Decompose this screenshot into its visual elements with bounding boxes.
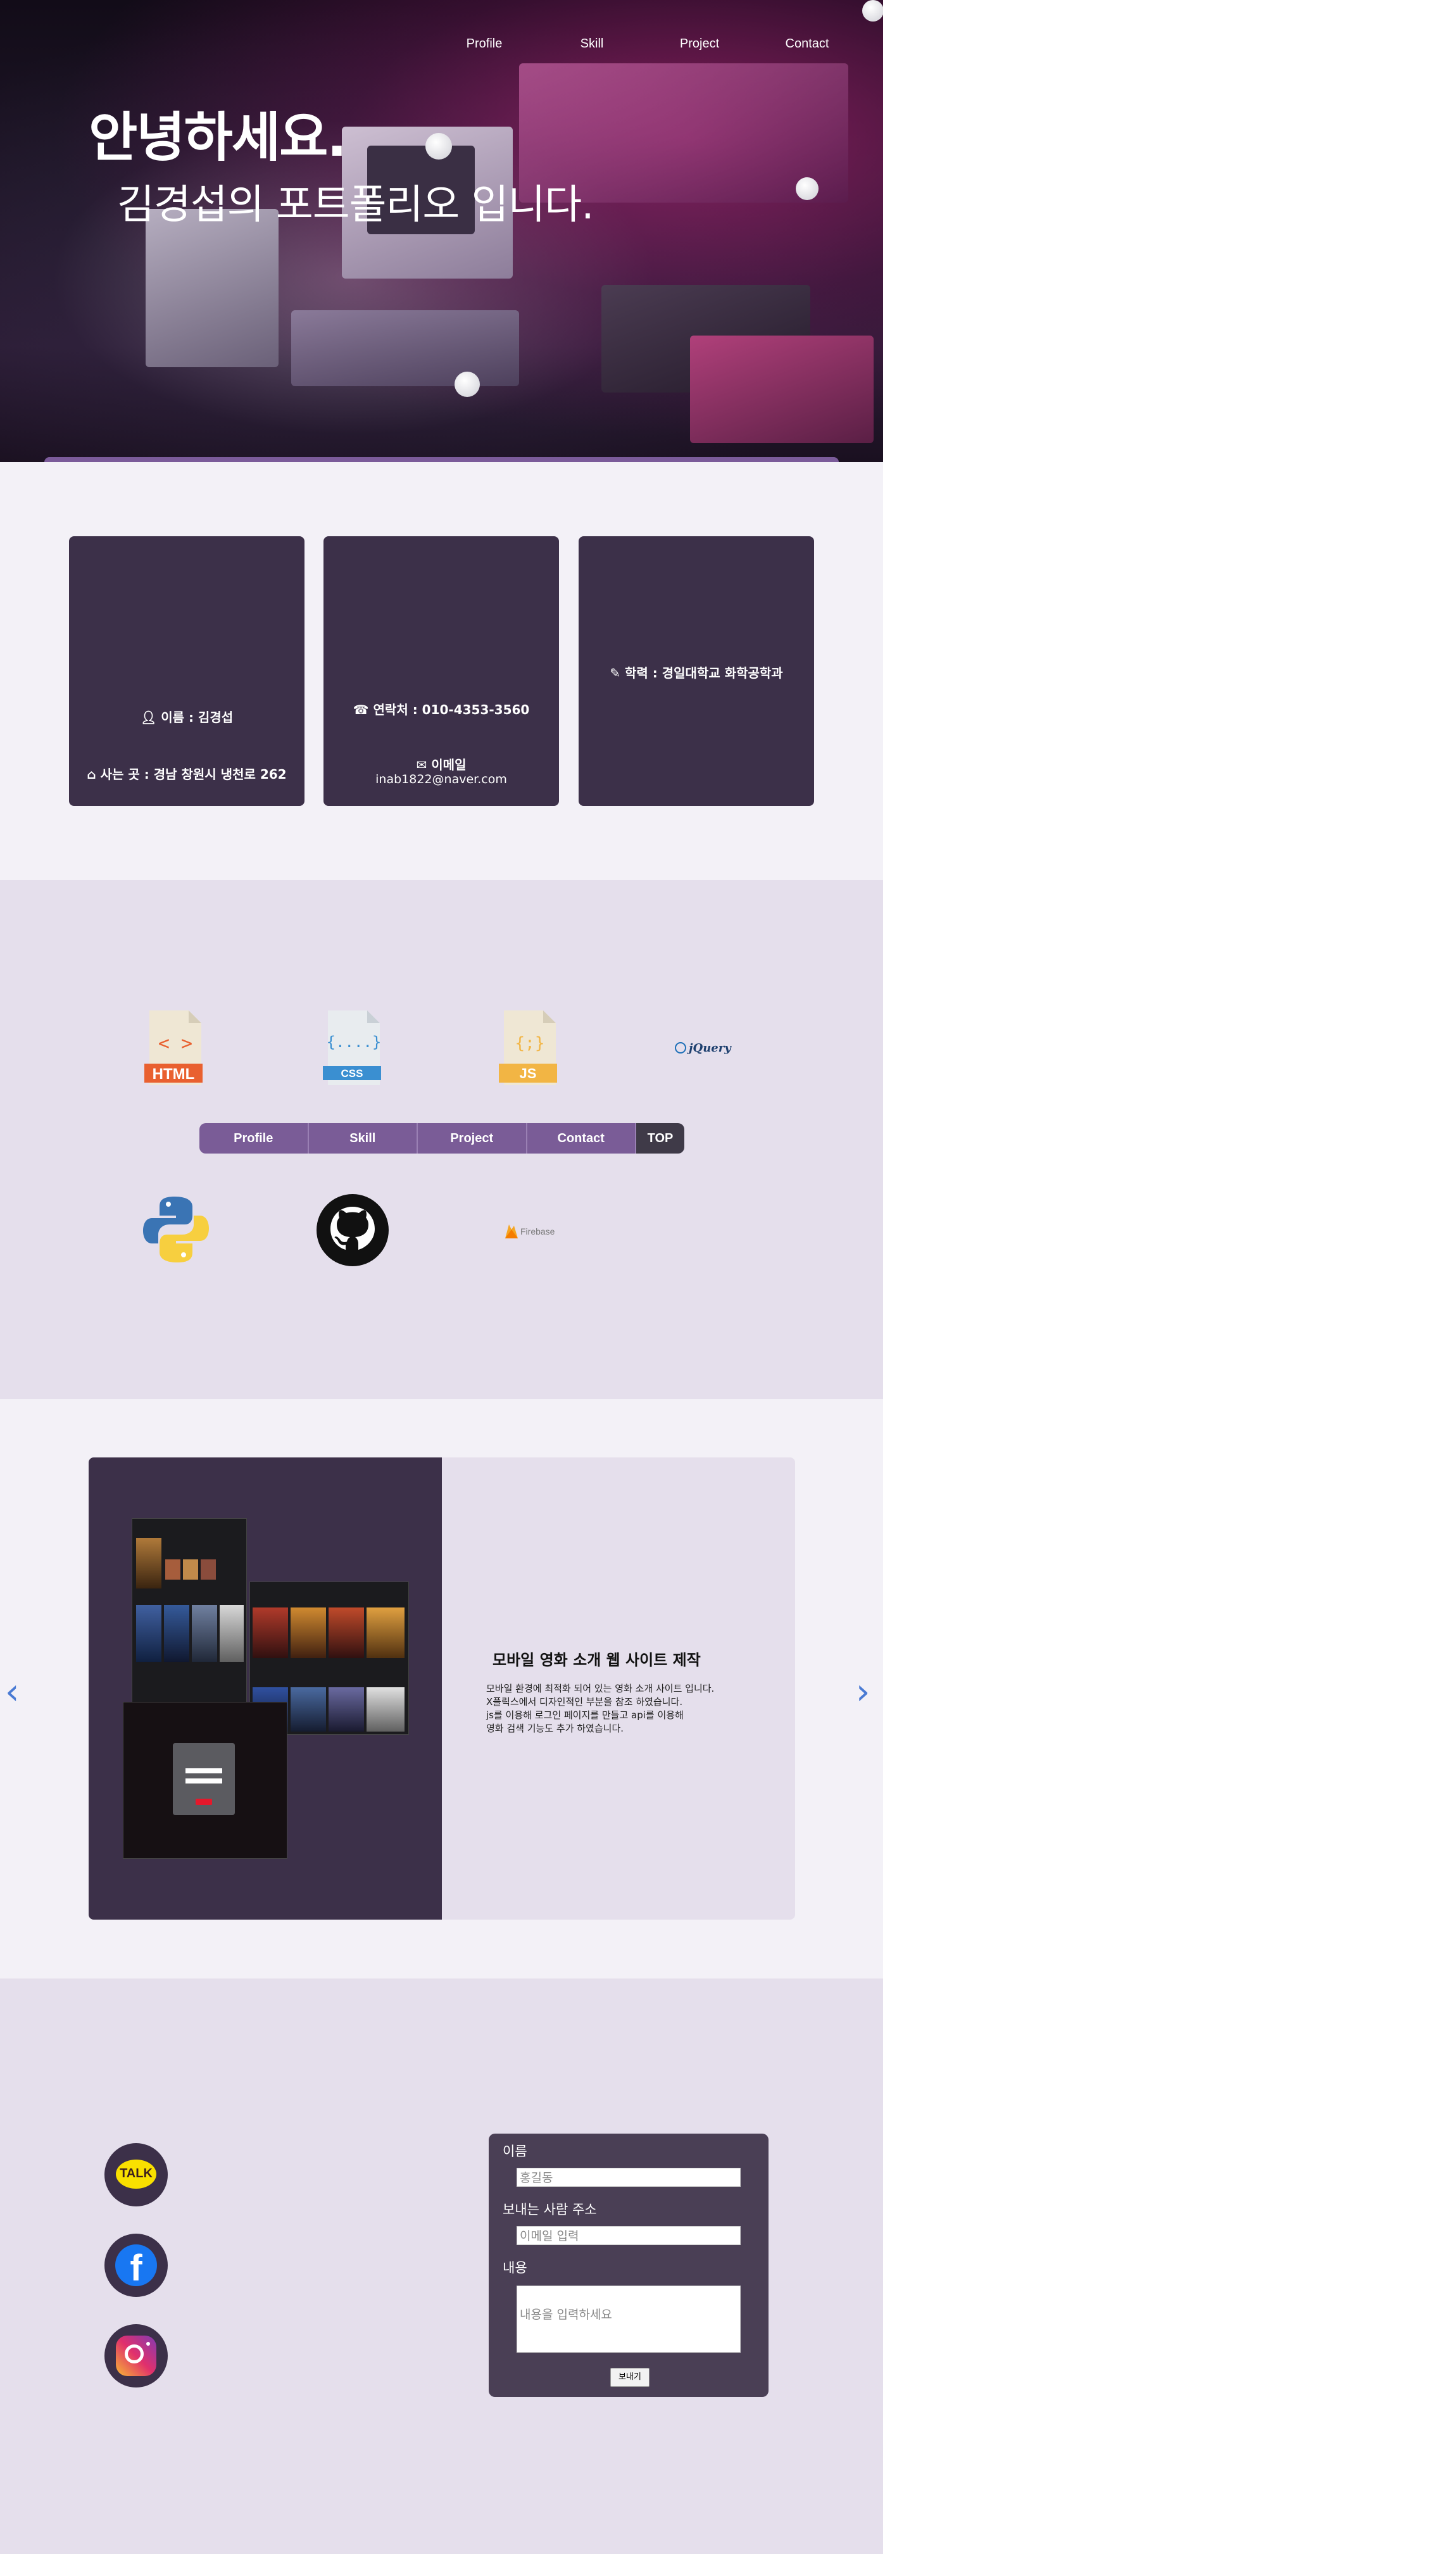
hero-greeting: 안녕하세요. — [89, 106, 347, 168]
css-icon: {....} CSS — [323, 1010, 385, 1088]
svg-text:{....}: {....} — [327, 1033, 382, 1051]
hero-section: Profile Skill Project Contact 안녕하세요. 김경섭… — [0, 0, 883, 462]
project-section: 모바일 영화 소개 웹 사이트 제작 모바일 환경에 최적화 되어 있는 영화 … — [0, 1399, 883, 1978]
project-title: 모바일 영화 소개 웹 사이트 제작 — [493, 1651, 701, 1669]
top-nav: Profile Skill Project Contact — [430, 37, 861, 51]
email-text: inab1822@naver.com — [375, 772, 507, 786]
floating-bubble — [455, 372, 480, 397]
project-screenshots — [89, 1457, 442, 1920]
html-icon: < > HTML — [144, 1010, 206, 1088]
envelope-icon: ✉ — [416, 757, 427, 772]
project-description: 모바일 환경에 최적화 되어 있는 영화 소개 사이트 입니다. X플릭스에서 … — [486, 1683, 715, 1734]
floating-bubble — [796, 177, 819, 200]
hero-intro: 김경섭의 포트폴리오 입니다. — [117, 182, 594, 229]
js-icon: {;} JS — [499, 1010, 561, 1088]
firebase-logo: Firebase — [504, 1222, 561, 1243]
svg-text:JS: JS — [520, 1066, 537, 1081]
email-label: 보내는 사람 주소 — [503, 2202, 597, 2217]
subnav-project[interactable]: Project — [418, 1123, 527, 1154]
python-logo — [141, 1194, 211, 1268]
cartridge-shape — [690, 336, 874, 443]
app-screenshot-login — [123, 1702, 287, 1859]
profile-card-personal: 👤︎ 이름 : 김경섭 ⌂ 사는 곳 : 경남 창원시 냉천로 262 — [69, 536, 304, 806]
phone-icon: ☎ — [353, 702, 369, 717]
send-button[interactable]: 보내기 — [610, 2368, 650, 2387]
svg-text:HTML: HTML — [153, 1066, 195, 1083]
retro-keyboard-shape — [291, 310, 519, 386]
profile-card-contact: ☎ 연락처 : 010-4353-3560 ✉ 이메일 inab1822@nav… — [323, 536, 559, 806]
instagram-icon[interactable] — [104, 2324, 168, 2387]
name-label: 이름 — [503, 2144, 527, 2159]
education-text: 학력 : 경일대학교 화학공학과 — [625, 665, 783, 681]
subnav-skill[interactable]: Skill — [308, 1123, 418, 1154]
profile-section: 👤︎ 이름 : 김경섭 ⌂ 사는 곳 : 경남 창원시 냉천로 262 ☎ 연락… — [0, 462, 883, 880]
svg-text:jQuery: jQuery — [687, 1041, 732, 1055]
kakaotalk-icon[interactable]: TALK — [104, 2143, 168, 2206]
gameboy-shape — [146, 209, 279, 367]
profile-card-education: ✎ 학력 : 경일대학교 화학공학과 — [579, 536, 814, 806]
email-label: 이메일 — [431, 757, 467, 772]
chevron-right-icon[interactable]: › — [856, 1671, 870, 1713]
contact-form: 이름 홍길동 보내는 사람 주소 이메일 입력 내용 내용을 입력하세요 보내기 — [489, 2134, 769, 2397]
facebook-icon[interactable]: f — [104, 2234, 168, 2297]
nav-profile[interactable]: Profile — [430, 37, 538, 51]
svg-text:< >: < > — [158, 1033, 192, 1055]
user-icon: 👤︎ — [140, 710, 157, 725]
phone-text: 연락처 : 010-4353-3560 — [373, 702, 530, 717]
floating-bubble — [425, 133, 452, 160]
project-description-panel: 모바일 영화 소개 웹 사이트 제작 모바일 환경에 최적화 되어 있는 영화 … — [442, 1457, 795, 1920]
subnav-profile[interactable]: Profile — [199, 1123, 309, 1154]
portfolio-page: Profile Skill Project Contact 안녕하세요. 김경섭… — [0, 0, 883, 2554]
nav-skill[interactable]: Skill — [538, 37, 646, 51]
nav-project[interactable]: Project — [646, 37, 753, 51]
svg-text:CSS: CSS — [341, 1067, 363, 1079]
email-input[interactable]: 이메일 입력 — [517, 2226, 741, 2245]
svg-text:Firebase: Firebase — [520, 1226, 555, 1236]
floating-bubble — [862, 0, 883, 22]
pencil-icon: ✎ — [610, 665, 621, 681]
message-textarea[interactable]: 내용을 입력하세요 — [517, 2286, 741, 2353]
floating-section-nav: Profile Skill Project Contact TOP — [199, 1123, 684, 1154]
jquery-logo: jQuery — [675, 1038, 738, 1060]
name-input[interactable]: 홍길동 — [517, 2168, 741, 2187]
github-logo — [317, 1194, 389, 1269]
svg-text:{;}: {;} — [515, 1034, 545, 1053]
nav-contact[interactable]: Contact — [753, 37, 861, 51]
subnav-top-button[interactable]: TOP — [636, 1123, 684, 1154]
message-label: 내용 — [503, 2260, 527, 2275]
address-text: 사는 곳 : 경남 창원시 냉천로 262 — [100, 767, 287, 782]
home-icon: ⌂ — [87, 767, 96, 782]
name-text: 이름 : 김경섭 — [161, 710, 234, 725]
chevron-left-icon[interactable]: ‹ — [5, 1671, 19, 1713]
subnav-contact[interactable]: Contact — [527, 1123, 636, 1154]
